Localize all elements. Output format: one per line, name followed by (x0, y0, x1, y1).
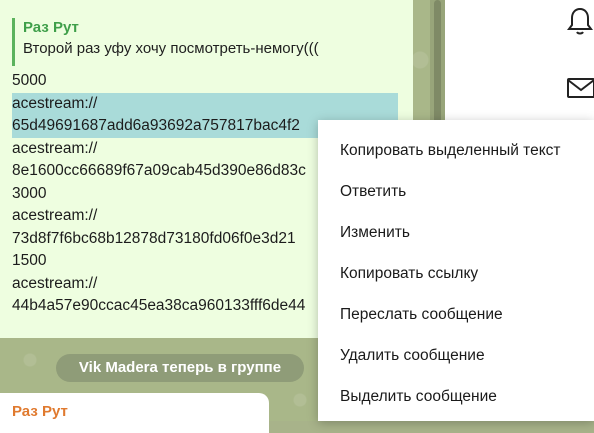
service-message-joined: Vik Madera теперь в группе (56, 354, 304, 382)
menu-item-copy-link[interactable]: Копировать ссылку (318, 253, 594, 294)
menu-item-delete[interactable]: Удалить сообщение (318, 335, 594, 376)
menu-item-select-message[interactable]: Выделить сообщение (318, 376, 594, 417)
next-message-author[interactable]: Раз Рут (12, 403, 68, 420)
bell-icon[interactable] (566, 6, 594, 36)
reply-author: Раз Рут (23, 19, 79, 36)
menu-item-reply[interactable]: Ответить (318, 171, 594, 212)
context-menu[interactable]: Копировать выделенный текст Ответить Изм… (318, 120, 594, 421)
menu-item-copy-selected-text[interactable]: Копировать выделенный текст (318, 130, 594, 171)
menu-item-forward[interactable]: Переслать сообщение (318, 294, 594, 335)
menu-item-edit[interactable]: Изменить (318, 212, 594, 253)
mail-icon[interactable] (566, 76, 594, 100)
reply-text: Второй раз уфу хочу посмотреть-немогу((( (23, 40, 319, 57)
message-line-selected: acestream:// (12, 92, 398, 115)
reply-quote[interactable]: Раз Рут Второй раз уфу хочу посмотреть-н… (12, 18, 402, 66)
message-line: 5000 (12, 72, 47, 89)
